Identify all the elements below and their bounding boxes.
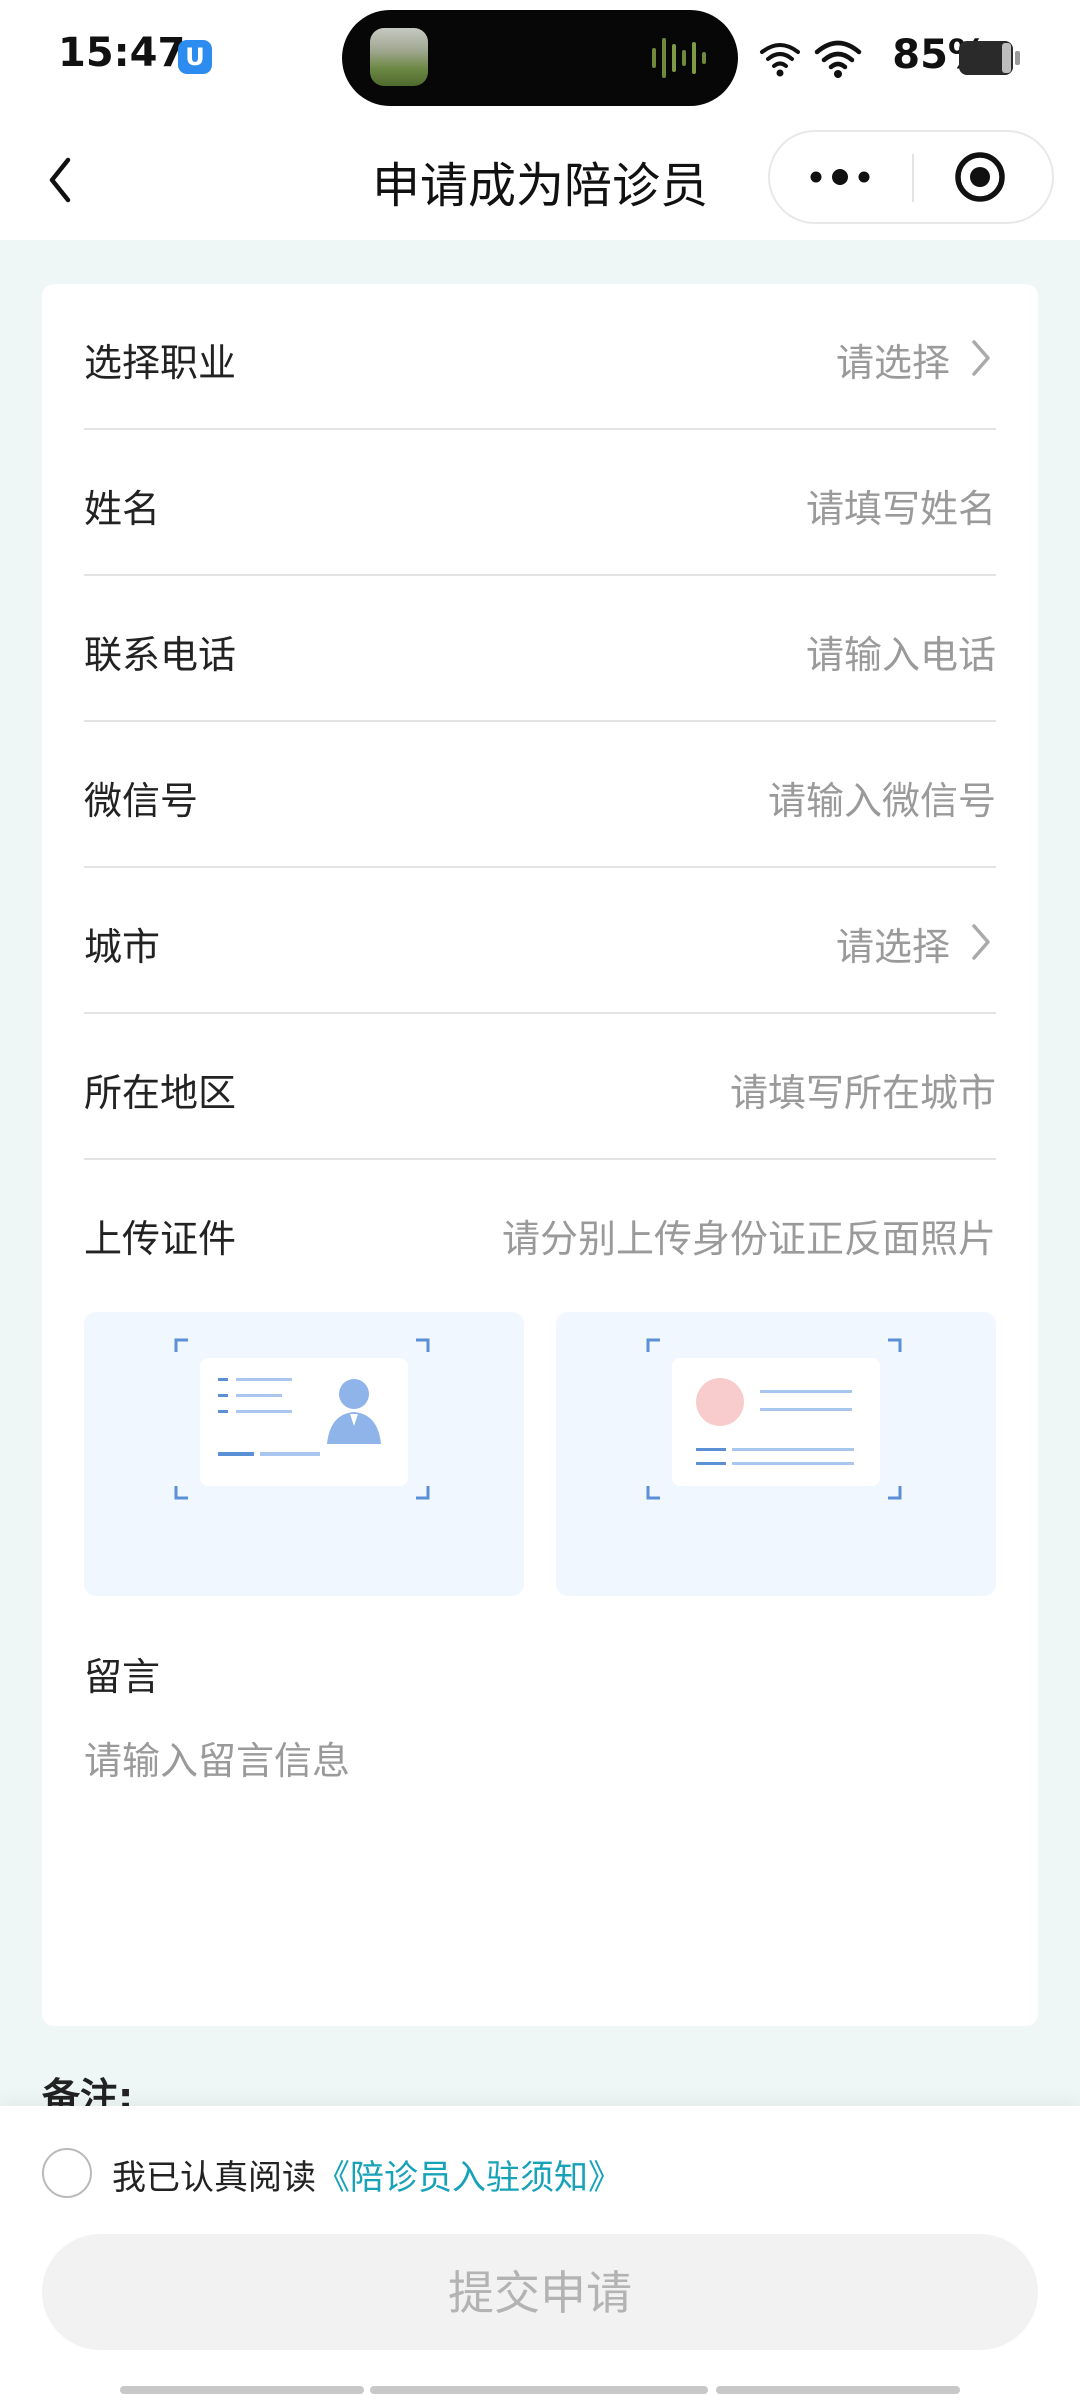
form-row-phone[interactable]: 联系电话 请输入电话 bbox=[84, 576, 996, 722]
chevron-right-icon bbox=[972, 924, 990, 960]
target-close-icon[interactable] bbox=[914, 132, 1052, 222]
occupation-label: 选择职业 bbox=[84, 341, 237, 385]
dynamic-island[interactable] bbox=[342, 10, 738, 106]
chevron-left-icon[interactable] bbox=[40, 150, 80, 210]
agree-checkbox[interactable] bbox=[42, 2148, 92, 2198]
district-label: 所在地区 bbox=[84, 1071, 237, 1115]
wechat-label: 微信号 bbox=[84, 779, 199, 823]
id-card-front-icon bbox=[174, 1338, 430, 1500]
district-input[interactable]: 请填写所在城市 bbox=[730, 1062, 996, 1117]
more-dots-icon[interactable] bbox=[770, 132, 912, 222]
name-label: 姓名 bbox=[84, 487, 161, 531]
upload-label: 上传证件 bbox=[84, 1217, 237, 1261]
form-row-city[interactable]: 城市 请选择 bbox=[84, 868, 996, 1014]
phone-label: 联系电话 bbox=[84, 633, 237, 677]
occupation-select[interactable]: 请选择 bbox=[836, 332, 950, 387]
agreement-link[interactable]: 《陪诊员入驻须知》 bbox=[316, 2158, 622, 2198]
home-indicator-segment bbox=[120, 2386, 364, 2394]
name-input[interactable]: 请填写姓名 bbox=[806, 478, 996, 533]
bottom-action-bar: 我已认真阅读《陪诊员入驻须知》 提交申请 bbox=[0, 2106, 1080, 2400]
navigation-bar: 申请成为陪诊员 bbox=[0, 120, 1080, 240]
city-label: 城市 bbox=[84, 925, 161, 969]
city-select[interactable]: 请选择 bbox=[836, 916, 950, 971]
agreement-prefix: 我已认真阅读 bbox=[112, 2158, 316, 2198]
mini-program-capsule bbox=[768, 130, 1054, 224]
home-indicator-segment bbox=[370, 2386, 708, 2394]
submit-button[interactable]: 提交申请 bbox=[42, 2234, 1038, 2350]
upload-hint: 请分别上传身份证正反面照片 bbox=[501, 1217, 996, 1261]
id-back-upload[interactable] bbox=[556, 1312, 996, 1596]
home-indicator-segment bbox=[716, 2386, 960, 2394]
u-shield-badge-icon: U bbox=[178, 40, 212, 74]
agreement-text: 我已认真阅读《陪诊员入驻须知》 bbox=[112, 2150, 622, 2199]
audio-wave-icon bbox=[652, 38, 706, 78]
battery-icon bbox=[959, 41, 1020, 75]
wifi-icon bbox=[760, 43, 800, 77]
form-row-upload: 上传证件 请分别上传身份证正反面照片 bbox=[84, 1160, 996, 1306]
form-row-district[interactable]: 所在地区 请填写所在城市 bbox=[84, 1014, 996, 1160]
form-row-occupation[interactable]: 选择职业 请选择 bbox=[84, 284, 996, 430]
message-textarea[interactable] bbox=[84, 1730, 996, 1990]
form-row-name[interactable]: 姓名 请填写姓名 bbox=[84, 430, 996, 576]
wifi-icon bbox=[814, 40, 862, 78]
wechat-input[interactable]: 请输入微信号 bbox=[768, 770, 996, 825]
status-time: 15:47 bbox=[58, 30, 186, 76]
id-card-back-icon bbox=[646, 1338, 902, 1500]
id-front-upload[interactable] bbox=[84, 1312, 524, 1596]
message-label: 留言 bbox=[84, 1655, 161, 1699]
phone-input[interactable]: 请输入电话 bbox=[806, 624, 996, 679]
chevron-right-icon bbox=[972, 340, 990, 376]
screen: 15:47 U 85% 申请成为陪诊员 选择职业 请选择 姓名 请填写姓名 联系… bbox=[0, 0, 1080, 2400]
form-row-wechat[interactable]: 微信号 请输入微信号 bbox=[84, 722, 996, 868]
media-thumbnail bbox=[370, 28, 428, 86]
status-bar: 15:47 U 85% bbox=[0, 0, 1080, 120]
